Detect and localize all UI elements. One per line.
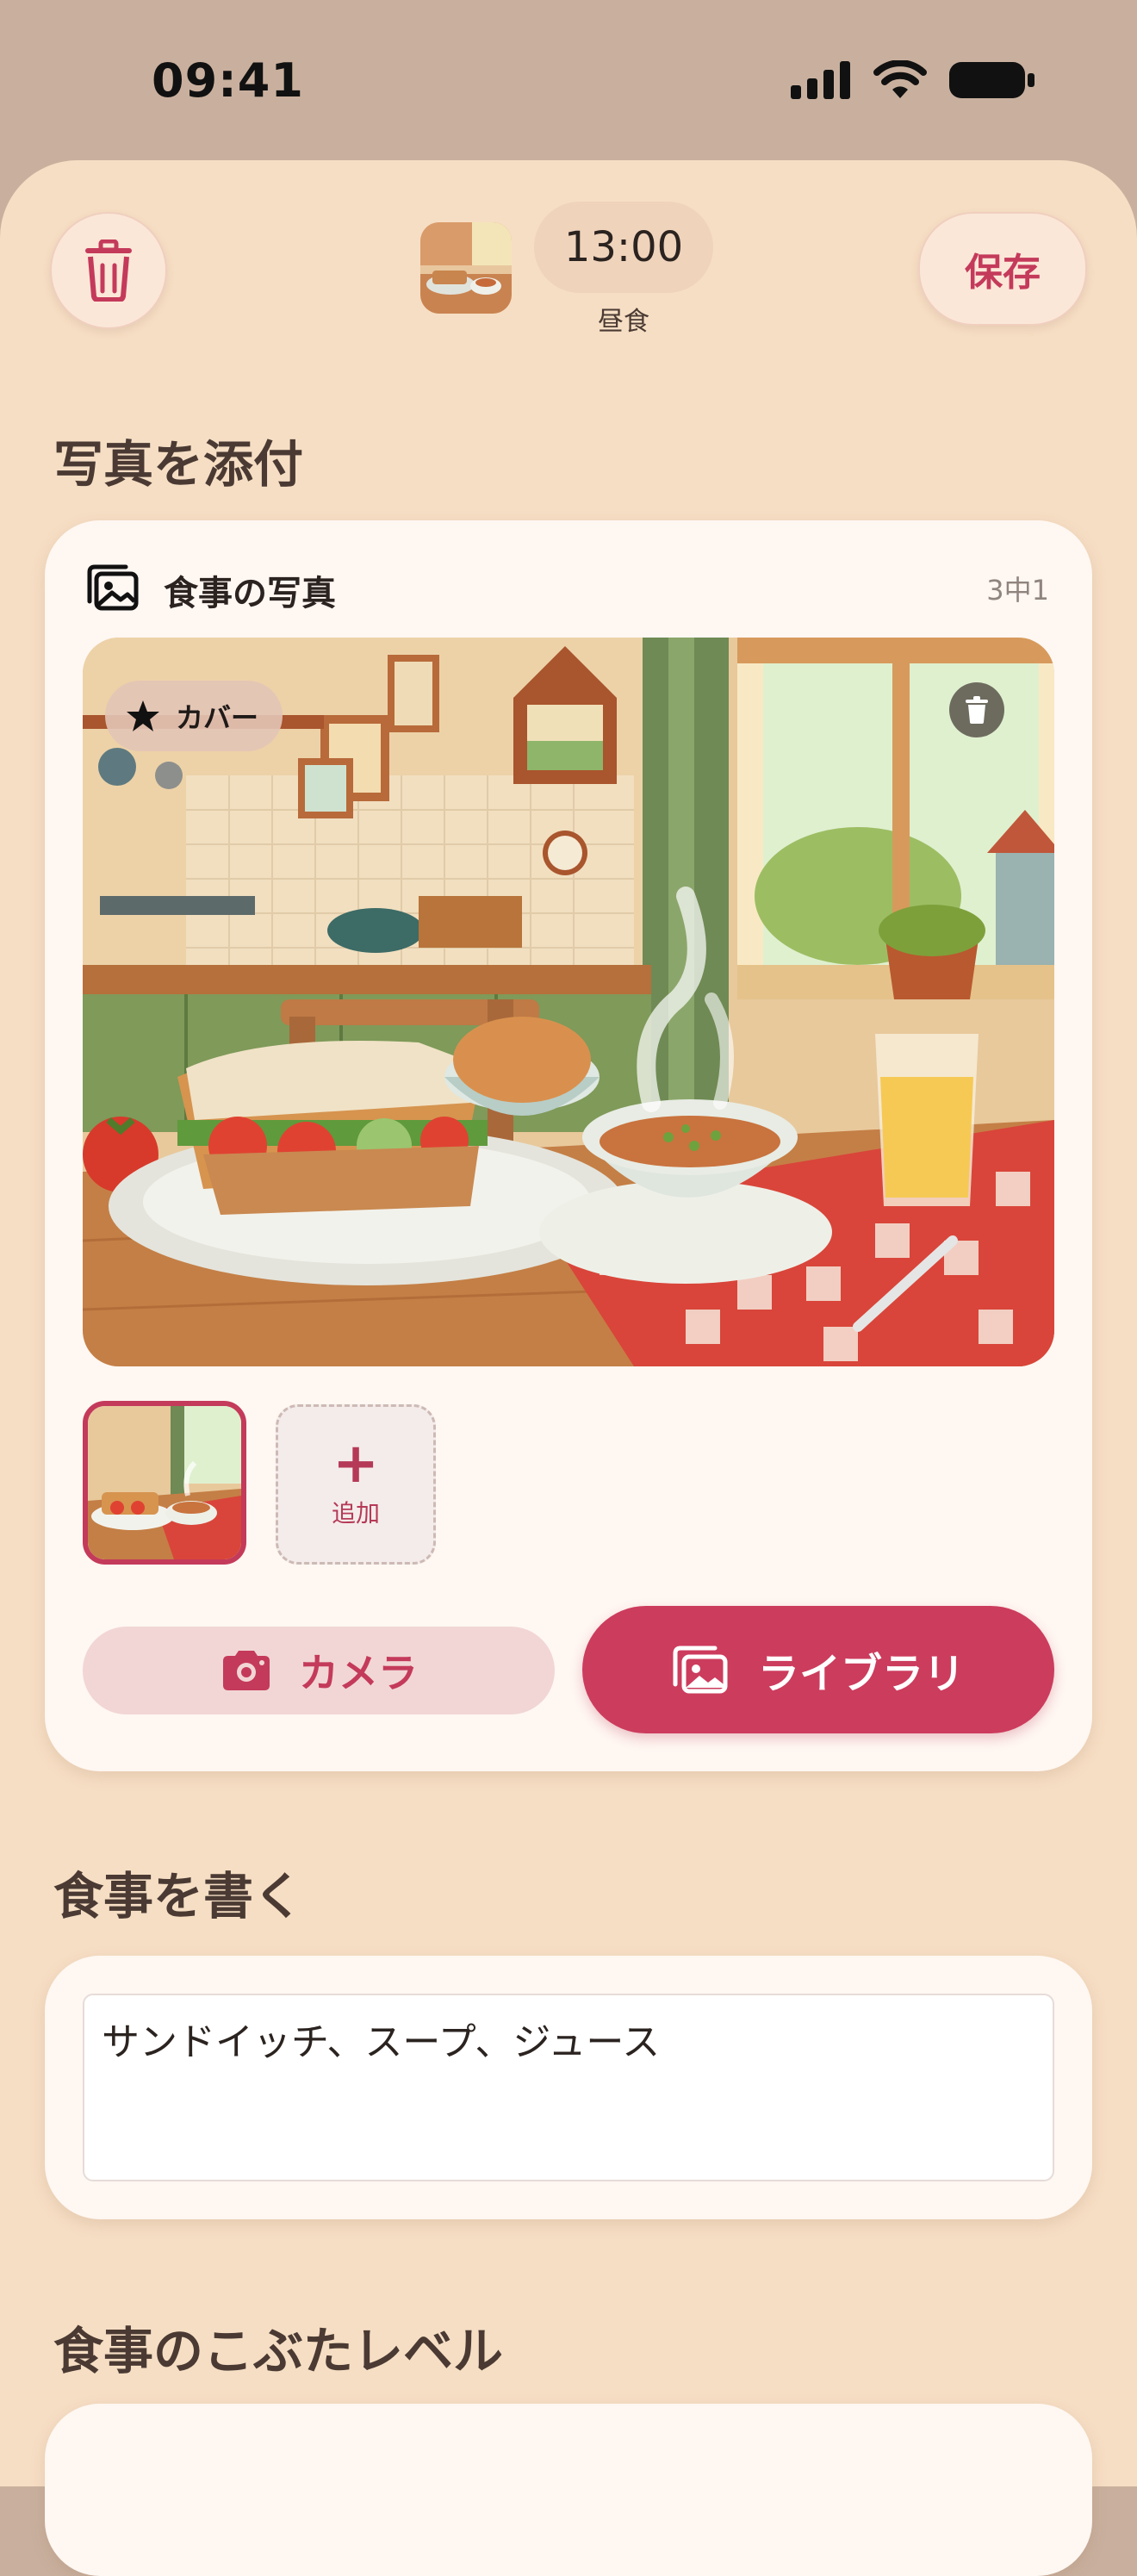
trash-icon [85,240,132,302]
add-photo-button[interactable]: + 追加 [276,1404,436,1565]
photo-library-icon [673,1646,728,1694]
delete-photo-button[interactable] [949,682,1004,737]
photos-card-title: 食事の写真 [164,574,336,613]
delete-meal-button[interactable] [50,212,167,329]
photo-library-button[interactable]: ライブラリ [582,1606,1054,1733]
status-bar: 09:41 [0,0,1137,164]
add-photo-label: 追加 [331,1499,380,1528]
meal-note-textarea[interactable]: サンドイッチ、スープ、ジュース [83,1994,1054,2181]
meal-cover-thumbnail[interactable] [420,222,512,314]
star-icon [127,700,159,731]
status-icons [791,60,1035,100]
photo-thumbnail-selected[interactable] [83,1401,246,1565]
note-section-title: 食事を書く [53,1867,304,1926]
note-card: サンドイッチ、スープ、ジュース [45,1956,1092,2219]
meal-time-button[interactable]: 13:00 [534,202,713,293]
cover-label: カバー [176,701,259,734]
photo-stack-icon [87,564,139,611]
camera-button[interactable]: カメラ [83,1627,555,1714]
status-time: 09:41 [152,53,304,108]
battery-icon [949,62,1034,98]
library-button-label: ライブラリ [757,1650,965,1698]
meal-photo-mini [420,222,512,314]
cover-badge: カバー [105,681,283,751]
trash-icon [966,696,988,724]
photos-card: 食事の写真 3中1 カバー + 追加 カメラ ライブラリ [45,520,1092,1771]
photos-section-title: 写真を添付 [53,435,304,494]
fullness-card [45,2404,1092,2576]
photo-count-label: 3中1 [986,574,1049,607]
meal-edit-sheet: 13:00 昼食 保存 写真を添付 食事の写真 3中1 カバー + 追加 カメラ… [0,160,1137,2576]
main-meal-photo[interactable]: カバー [83,638,1054,1366]
camera-button-label: カメラ [299,1650,418,1696]
thumbnail-image [88,1406,241,1559]
cellular-signal-icon [791,61,850,99]
wifi-icon [873,60,927,98]
save-button[interactable]: 保存 [918,212,1087,326]
plus-icon: + [332,1432,379,1496]
fullness-section-title: 食事のこぶたレベル [53,2322,504,2380]
meal-type-label: 昼食 [598,307,649,337]
camera-icon [223,1651,270,1690]
